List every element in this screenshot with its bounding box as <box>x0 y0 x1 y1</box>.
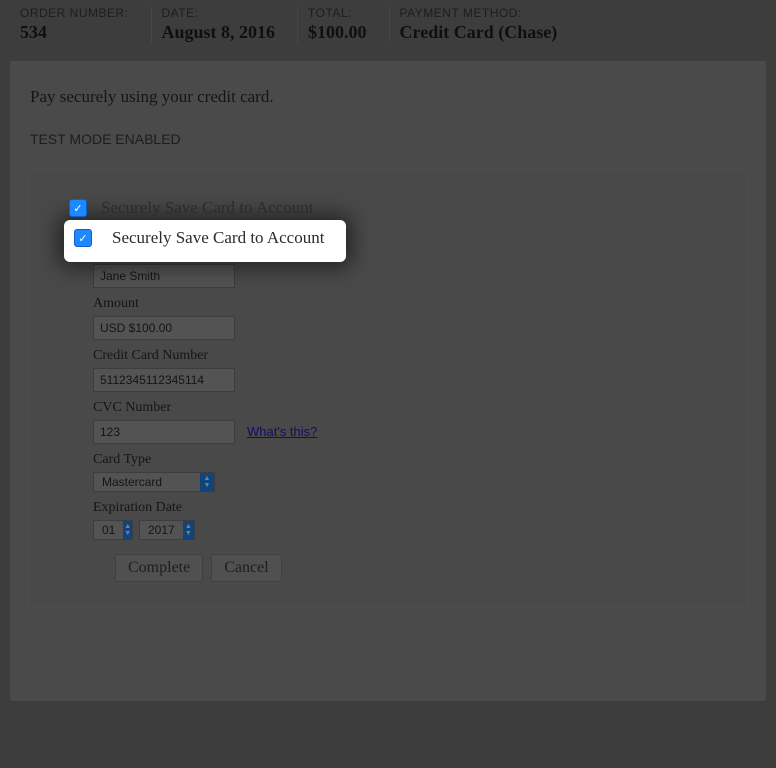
save-card-row[interactable]: ✓ Securely Save Card to Account <box>53 190 723 226</box>
cc-label: Credit Card Number <box>93 348 729 364</box>
cc-input[interactable] <box>93 368 235 392</box>
cvc-input[interactable] <box>93 420 235 444</box>
expiration-field: Expiration Date 01 ▲▼ 2017 ▲▼ <box>93 500 729 540</box>
summary-order: ORDER NUMBER: 534 <box>10 6 152 43</box>
pay-securely-msg: Pay securely using your credit card. <box>30 87 746 107</box>
complete-button[interactable]: Complete <box>115 554 203 582</box>
order-number-label: ORDER NUMBER: <box>20 6 129 20</box>
order-number-value: 534 <box>20 22 129 43</box>
save-card-checkbox[interactable]: ✓ <box>74 229 92 247</box>
order-summary: ORDER NUMBER: 534 DATE: August 8, 2016 T… <box>0 0 776 51</box>
total-label: TOTAL: <box>308 6 367 20</box>
amount-label: Amount <box>93 296 729 312</box>
cvc-help-link[interactable]: What's this? <box>247 424 317 439</box>
total-value: $100.00 <box>308 22 367 43</box>
exp-month-value: 01 <box>94 521 123 539</box>
save-card-checkbox[interactable]: ✓ <box>69 199 87 217</box>
save-card-label: Securely Save Card to Account <box>112 228 324 248</box>
summary-total: TOTAL: $100.00 <box>298 6 390 43</box>
cardtype-select[interactable]: Mastercard ▲▼ <box>93 472 215 492</box>
summary-method: PAYMENT METHOD: Credit Card (Chase) <box>390 6 580 43</box>
amount-field: Amount <box>93 296 729 340</box>
exp-month-select[interactable]: 01 ▲▼ <box>93 520 133 540</box>
cardtype-label: Card Type <box>93 452 729 468</box>
select-arrows-icon: ▲▼ <box>123 521 132 539</box>
cancel-button[interactable]: Cancel <box>211 554 281 582</box>
date-value: August 8, 2016 <box>162 22 276 43</box>
amount-input[interactable] <box>93 316 235 340</box>
exp-year-value: 2017 <box>140 521 183 539</box>
select-arrows-icon: ▲▼ <box>183 521 194 539</box>
method-label: PAYMENT METHOD: <box>400 6 558 20</box>
name-input[interactable] <box>93 264 235 288</box>
cvc-field: CVC Number What's this? <box>93 400 729 444</box>
date-label: DATE: <box>162 6 276 20</box>
cc-field: Credit Card Number <box>93 348 729 392</box>
test-mode-msg: TEST MODE ENABLED <box>30 131 746 147</box>
cvc-label: CVC Number <box>93 400 729 416</box>
summary-date: DATE: August 8, 2016 <box>152 6 299 43</box>
exp-year-select[interactable]: 2017 ▲▼ <box>139 520 195 540</box>
save-card-label: Securely Save Card to Account <box>101 198 313 218</box>
select-arrows-icon: ▲▼ <box>200 473 214 491</box>
method-value: Credit Card (Chase) <box>400 22 558 43</box>
expiration-label: Expiration Date <box>93 500 729 516</box>
cardtype-value: Mastercard <box>94 473 170 491</box>
cardtype-field: Card Type Mastercard ▲▼ <box>93 452 729 492</box>
payment-panel: Pay securely using your credit card. TES… <box>10 61 766 701</box>
